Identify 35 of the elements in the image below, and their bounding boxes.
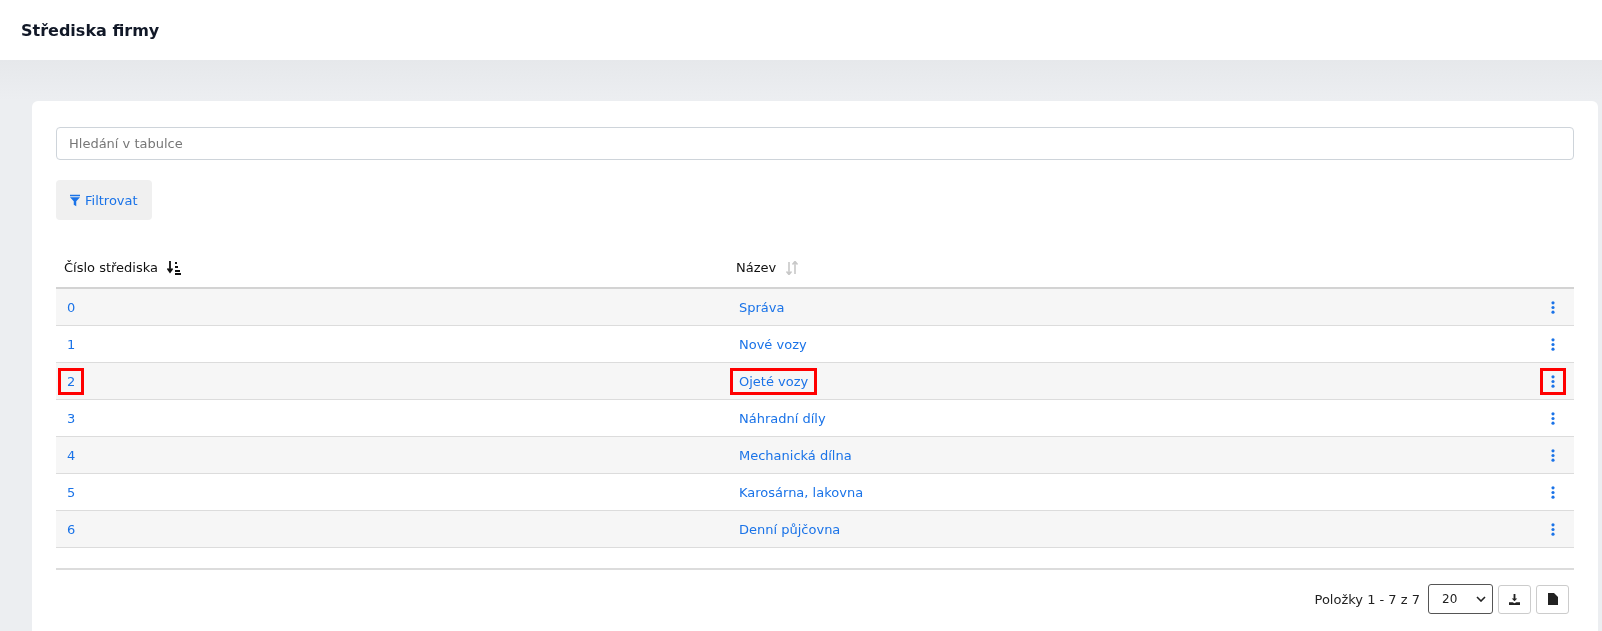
- page-title: Střediska firmy: [21, 20, 160, 40]
- export-button[interactable]: [1536, 584, 1569, 614]
- row-number-link[interactable]: 1: [58, 330, 85, 358]
- vertical-dots-icon: [1551, 374, 1555, 388]
- row-name-link[interactable]: Mechanická dílna: [730, 441, 861, 469]
- row-number-link[interactable]: 4: [58, 441, 85, 469]
- row-name-link[interactable]: Správa: [730, 293, 794, 321]
- row-name-link[interactable]: Nové vozy: [730, 330, 816, 358]
- vertical-dots-icon: [1551, 448, 1555, 462]
- download-button[interactable]: [1498, 584, 1531, 614]
- vertical-dots-icon: [1551, 300, 1555, 314]
- row-name-link[interactable]: Denní půjčovna: [730, 515, 850, 543]
- row-number-link[interactable]: 0: [58, 293, 85, 321]
- column-header[interactable]: Číslo střediska: [64, 260, 158, 275]
- row-number-link[interactable]: 5: [58, 478, 85, 506]
- vertical-dots-icon: [1551, 485, 1555, 499]
- download-icon: [1509, 593, 1520, 605]
- row-name-link[interactable]: Náhradní díly: [730, 404, 835, 432]
- row-menu-button[interactable]: [1540, 367, 1566, 395]
- pagination-range: Položky 1 - 7 z 7: [1314, 591, 1420, 607]
- search-field[interactable]: Hledání v tabulce: [56, 127, 1574, 160]
- vertical-dots-icon: [1551, 337, 1555, 351]
- chevron-down-icon: [1476, 596, 1486, 602]
- row-number-link[interactable]: 3: [58, 404, 85, 432]
- file-icon: [1547, 593, 1558, 605]
- filter-icon: [70, 193, 80, 207]
- page-size-select[interactable]: 20: [1428, 584, 1493, 614]
- row-number-link[interactable]: 2: [58, 367, 85, 395]
- vertical-dots-icon: [1551, 522, 1555, 536]
- vertical-dots-icon: [1551, 411, 1555, 425]
- row-name-link[interactable]: Ojeté vozy: [730, 367, 818, 395]
- column-header[interactable]: Název: [736, 260, 777, 275]
- row-number-link[interactable]: 6: [58, 515, 85, 543]
- filter-button[interactable]: Filtrovat: [56, 180, 152, 220]
- row-name-link[interactable]: Karosárna, lakovna: [730, 478, 873, 506]
